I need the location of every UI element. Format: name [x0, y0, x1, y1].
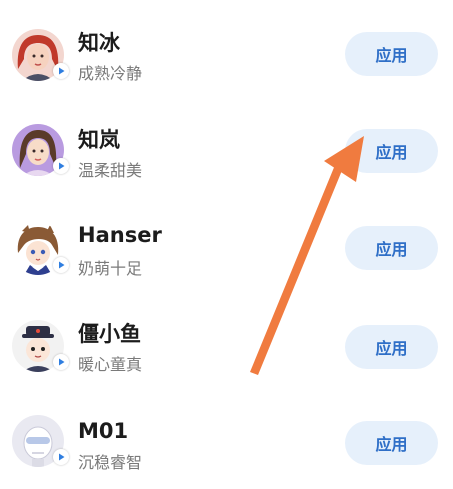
- voice-item[interactable]: M01 沉稳睿智 应用: [0, 393, 453, 489]
- avatar[interactable]: [12, 29, 69, 81]
- voice-name: M01: [78, 419, 129, 443]
- avatar[interactable]: [12, 415, 69, 467]
- play-icon[interactable]: [53, 257, 69, 273]
- play-icon[interactable]: [53, 63, 69, 79]
- voice-name: 知冰: [78, 31, 120, 55]
- play-icon[interactable]: [53, 354, 69, 370]
- play-icon[interactable]: [53, 158, 69, 174]
- voice-description: 暖心童真: [78, 355, 143, 374]
- apply-button[interactable]: 应用: [345, 421, 438, 465]
- voice-list: 知冰 成熟冷静 应用 知岚 温柔甜美 应用 Hanser 奶萌十足 应用 僵小鱼…: [0, 0, 453, 473]
- voice-description: 沉稳睿智: [78, 453, 143, 472]
- voice-description: 奶萌十足: [78, 259, 143, 278]
- play-icon[interactable]: [53, 449, 69, 465]
- voice-name: 僵小鱼: [78, 322, 141, 346]
- apply-button[interactable]: 应用: [345, 32, 438, 76]
- avatar[interactable]: [12, 223, 69, 275]
- voice-item[interactable]: Hanser 奶萌十足 应用: [0, 201, 453, 297]
- avatar[interactable]: [12, 320, 69, 372]
- apply-button[interactable]: 应用: [345, 129, 438, 173]
- apply-button[interactable]: 应用: [345, 325, 438, 369]
- voice-item[interactable]: 知岚 温柔甜美 应用: [0, 104, 453, 200]
- avatar[interactable]: [12, 124, 69, 176]
- apply-button[interactable]: 应用: [345, 226, 438, 270]
- voice-item[interactable]: 僵小鱼 暖心童真 应用: [0, 298, 453, 394]
- voice-item[interactable]: 知冰 成熟冷静 应用: [0, 7, 453, 103]
- voice-description: 成熟冷静: [78, 64, 143, 83]
- voice-name: 知岚: [78, 128, 120, 152]
- voice-description: 温柔甜美: [78, 161, 143, 180]
- voice-name: Hanser: [78, 223, 162, 247]
